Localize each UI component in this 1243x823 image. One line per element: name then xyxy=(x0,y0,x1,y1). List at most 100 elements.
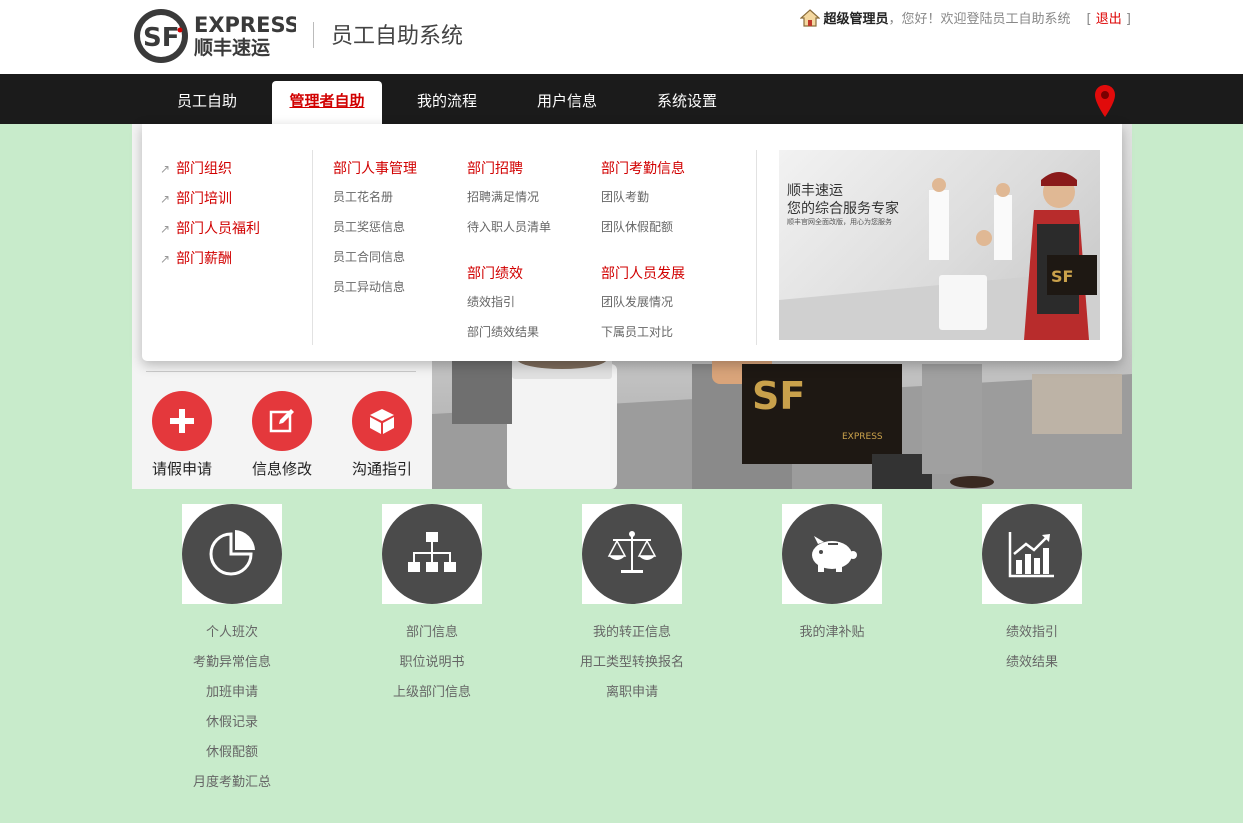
menu-link-dept-org[interactable]: ↗ 部门组织 xyxy=(160,158,232,178)
logo-express-text: EXPRESS xyxy=(194,13,296,37)
quick-action-leave-request[interactable]: 请假申请 xyxy=(142,391,222,479)
module-link-performance-guide[interactable]: 绩效指引 xyxy=(932,621,1132,640)
promo-illustration: SF xyxy=(779,172,1100,340)
module-circle xyxy=(182,504,282,604)
module-circle xyxy=(782,504,882,604)
header: SF EXPRESS 顺丰速运 员工自助系统 超级管理员 ，您好！欢迎登陆员工自… xyxy=(0,0,1243,74)
menu-link-recruit-status[interactable]: 招聘满足情况 xyxy=(467,188,539,205)
nav-item-system-settings[interactable]: 系统设置 xyxy=(640,74,734,124)
greeting-text: ，您好！欢迎登陆员工自助系统 xyxy=(888,12,1071,27)
logout-wrapper: [ 退出 ] xyxy=(1087,8,1131,27)
menu-link-team-leave-quota[interactable]: 团队休假配额 xyxy=(601,218,673,235)
module-link-allowance[interactable]: 我的津补贴 xyxy=(732,621,932,640)
org-chart-icon xyxy=(408,532,456,572)
arrow-icon: ↗ xyxy=(160,192,171,206)
nav-item-user-info[interactable]: 用户信息 xyxy=(520,74,614,124)
module-circle xyxy=(582,504,682,604)
quick-action-label: 信息修改 xyxy=(251,460,312,478)
module-attendance[interactable] xyxy=(182,504,282,604)
svg-text:SF: SF xyxy=(143,23,180,53)
promo-subtitle: 您的综合服务专家 xyxy=(787,201,899,217)
system-title: 员工自助系统 xyxy=(331,24,464,49)
module-performance[interactable] xyxy=(982,504,1082,604)
menu-link-transfers[interactable]: 员工异动信息 xyxy=(333,278,405,295)
bracket-close: ] xyxy=(1125,12,1131,27)
promo-caption: 顺丰官网全面改版，用心为您服务 xyxy=(787,218,892,226)
module-link-parent-dept[interactable]: 上级部门信息 xyxy=(332,681,532,700)
module-link-shift[interactable]: 个人班次 xyxy=(132,621,332,640)
menu-link-dept-welfare[interactable]: ↗ 部门人员福利 xyxy=(160,218,260,238)
menu-link-label: 部门组织 xyxy=(176,161,233,177)
module-link-resignation[interactable]: 离职申请 xyxy=(532,681,732,700)
growth-chart-icon xyxy=(1008,532,1054,578)
home-icon[interactable] xyxy=(799,8,820,27)
module-link-leave-record[interactable]: 休假记录 xyxy=(132,711,332,730)
module-link-overtime[interactable]: 加班申请 xyxy=(132,681,332,700)
menu-link-performance-guide[interactable]: 绩效指引 xyxy=(467,293,515,310)
menu-link-team-development[interactable]: 团队发展情况 xyxy=(601,293,673,310)
menu-link-dept-salary[interactable]: ↗ 部门薪酬 xyxy=(160,248,232,268)
nav-item-employee-self-service[interactable]: 员工自助 xyxy=(160,74,254,124)
sf-express-logo[interactable]: SF EXPRESS 顺丰速运 xyxy=(132,6,296,64)
menu-link-dept-training[interactable]: ↗ 部门培训 xyxy=(160,188,232,208)
module-link-employment-type[interactable]: 用工类型转换报名 xyxy=(532,651,732,670)
menu-divider xyxy=(756,150,757,345)
quick-action-label: 沟通指引 xyxy=(351,460,412,478)
logo-cn-text: 顺丰速运 xyxy=(194,36,270,59)
menu-group-title-personnel[interactable]: 部门人事管理 xyxy=(333,158,417,178)
menu-divider xyxy=(312,150,313,345)
svg-text:SF: SF xyxy=(1051,267,1073,286)
menu-group-title-performance[interactable]: 部门绩效 xyxy=(467,263,523,283)
quick-action-communication-guide[interactable]: 沟通指引 xyxy=(342,391,422,479)
menu-link-pending-hires[interactable]: 待入职人员清单 xyxy=(467,218,551,235)
arrow-icon: ↗ xyxy=(160,162,171,176)
menu-link-staff-compare[interactable]: 下属员工对比 xyxy=(601,323,673,340)
module-employment[interactable] xyxy=(582,504,682,604)
nav-item-my-workflow[interactable]: 我的流程 xyxy=(400,74,494,124)
menu-link-dept-performance-result[interactable]: 部门绩效结果 xyxy=(467,323,539,340)
svg-text:SF: SF xyxy=(752,374,805,418)
scales-icon xyxy=(607,531,657,573)
module-link-leave-quota[interactable]: 休假配额 xyxy=(132,741,332,760)
module-link-dept-info[interactable]: 部门信息 xyxy=(332,621,532,640)
module-link-performance-result[interactable]: 绩效结果 xyxy=(932,651,1132,670)
edit-icon xyxy=(269,409,294,433)
quick-action-label: 请假申请 xyxy=(151,460,212,478)
menu-link-rewards[interactable]: 员工奖惩信息 xyxy=(333,218,405,235)
arrow-icon: ↗ xyxy=(160,252,171,266)
location-pin-icon[interactable] xyxy=(1094,84,1116,118)
quick-action-circle xyxy=(152,391,212,451)
arrow-icon: ↗ xyxy=(160,222,171,236)
left-panel-divider xyxy=(146,371,416,372)
module-circle xyxy=(982,504,1082,604)
svg-text:EXPRESS: EXPRESS xyxy=(842,432,883,442)
logout-link[interactable]: 退出 xyxy=(1096,12,1122,27)
menu-link-label: 部门薪酬 xyxy=(176,251,233,267)
module-department[interactable] xyxy=(382,504,482,604)
menu-group-title-development[interactable]: 部门人员发展 xyxy=(601,263,685,283)
user-bar: 超级管理员 ，您好！欢迎登陆员工自助系统 [ 退出 ] xyxy=(799,8,1131,27)
menu-link-label: 部门人员福利 xyxy=(176,221,261,237)
quick-action-circle xyxy=(252,391,312,451)
bracket-open: [ xyxy=(1086,12,1092,27)
promo-image[interactable]: SF 顺丰速运 您的综合服务专家 顺丰官网全面改版，用心为您服务 xyxy=(779,150,1100,340)
menu-link-label: 部门培训 xyxy=(176,191,233,207)
nav-item-manager-self-service[interactable]: 管理者自助 xyxy=(272,81,382,124)
pie-chart-icon xyxy=(209,530,255,576)
user-role: 超级管理员 xyxy=(823,12,889,27)
promo-title: 顺丰速运 xyxy=(787,183,843,199)
module-link-monthly-summary[interactable]: 月度考勤汇总 xyxy=(132,771,332,790)
menu-link-contracts[interactable]: 员工合同信息 xyxy=(333,248,405,265)
module-link-job-desc[interactable]: 职位说明书 xyxy=(332,651,532,670)
module-link-attendance-exception[interactable]: 考勤异常信息 xyxy=(132,651,332,670)
menu-group-title-recruitment[interactable]: 部门招聘 xyxy=(467,158,523,178)
quick-action-info-edit[interactable]: 信息修改 xyxy=(242,391,322,479)
module-allowance[interactable] xyxy=(782,504,882,604)
menu-group-title-attendance[interactable]: 部门考勤信息 xyxy=(601,158,685,178)
main-nav: 员工自助 管理者自助 我的流程 用户信息 系统设置 xyxy=(0,74,1243,124)
header-divider xyxy=(313,22,314,48)
manager-mega-menu: ↗ 部门组织 ↗ 部门培训 ↗ 部门人员福利 ↗ 部门薪酬 部门人事管理 员工花名册 员… xyxy=(142,124,1122,361)
module-link-probation[interactable]: 我的转正信息 xyxy=(532,621,732,640)
menu-link-team-attendance[interactable]: 团队考勤 xyxy=(601,188,649,205)
menu-link-roster[interactable]: 员工花名册 xyxy=(333,188,393,205)
